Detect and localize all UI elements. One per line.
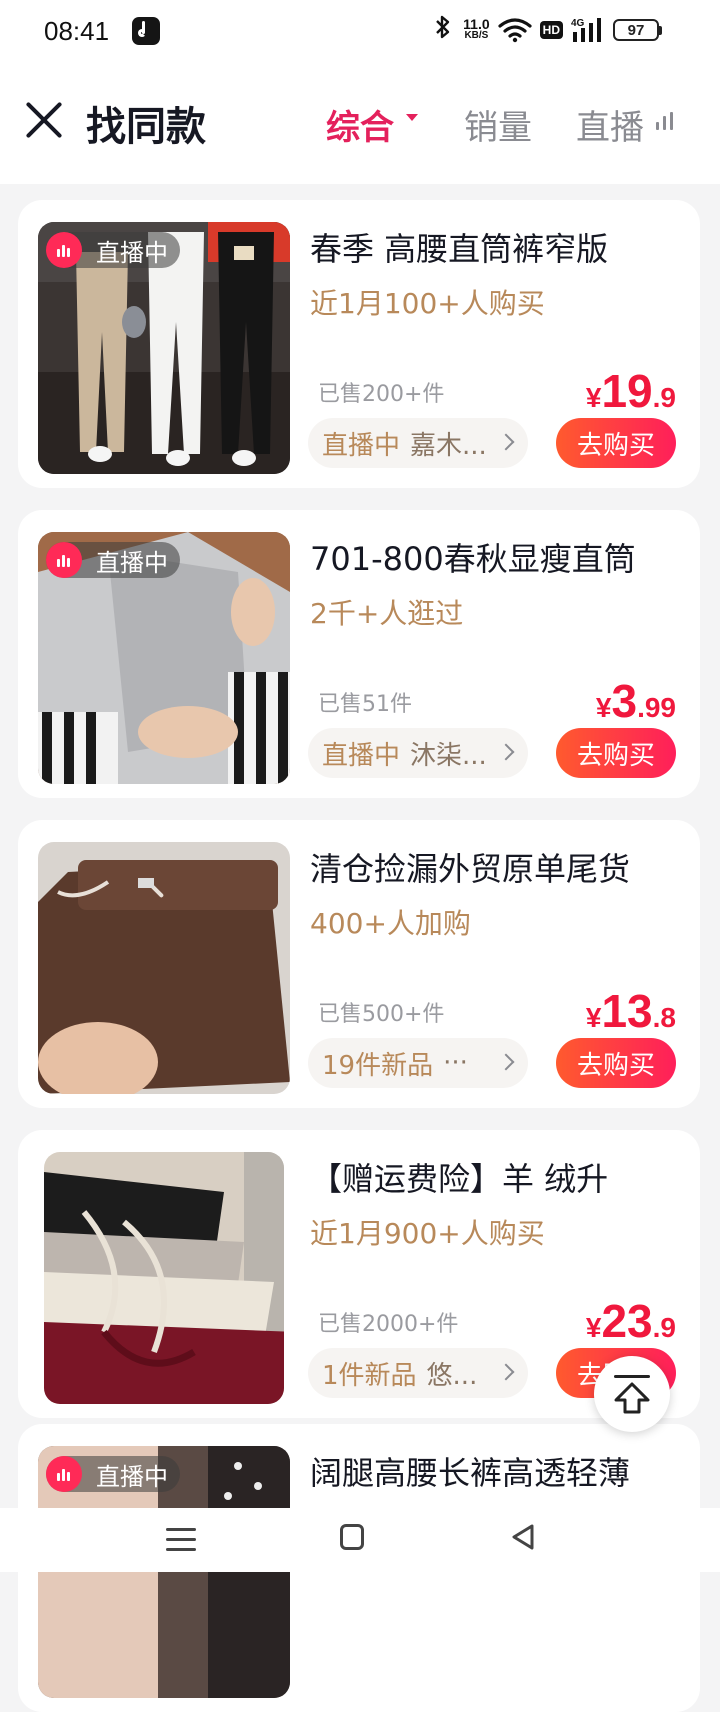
shop-chip[interactable]: 1件新品 悠...	[308, 1348, 528, 1398]
product-sold-count: 已售200+件	[318, 382, 445, 407]
shop-chip-tag: 19件新品	[322, 1050, 434, 1081]
back-to-top-icon[interactable]	[594, 1356, 670, 1432]
chevron-right-icon	[497, 1053, 515, 1071]
live-icon	[46, 542, 82, 578]
live-badge: 直播中	[46, 232, 180, 268]
home-icon[interactable]	[340, 1524, 364, 1550]
status-bar: 08:41 11.0 KB/S HD 4G 97	[0, 0, 720, 66]
live-badge: 直播中	[46, 542, 180, 578]
product-title[interactable]: 阔腿高腰长裤高透轻薄	[310, 1448, 630, 1494]
product-title[interactable]: 春季 高腰直筒裤窄版	[310, 224, 608, 270]
product-sold-count: 已售2000+件	[318, 1312, 459, 1337]
shop-chip[interactable]: 19件新品 ···	[308, 1038, 528, 1088]
sort-dropdown-arrow-icon[interactable]	[406, 114, 418, 121]
buy-button[interactable]: 去购买	[556, 728, 676, 778]
product-title[interactable]: 【赠运费险】羊 绒升	[310, 1154, 608, 1200]
hd-badge: HD	[539, 21, 563, 39]
product-price: ¥23.9	[585, 1295, 676, 1347]
shop-chip-tag: 直播中	[322, 430, 401, 461]
buy-button[interactable]: 去购买	[556, 418, 676, 468]
bluetooth-icon	[431, 14, 455, 46]
wifi-icon	[498, 17, 532, 43]
battery-level: 97	[613, 19, 659, 41]
buy-button[interactable]: 去购买	[556, 1038, 676, 1088]
douyin-app-icon	[132, 17, 160, 45]
product-image[interactable]	[38, 842, 290, 1094]
tab-comprehensive[interactable]: 综合	[326, 100, 394, 149]
live-badge-label: 直播中	[96, 1462, 168, 1491]
signal-icon: 4G	[571, 16, 605, 44]
network-speed-unit: KB/S	[464, 30, 489, 41]
shop-chip[interactable]: 直播中 沐柒...	[308, 728, 528, 778]
tab-sales[interactable]: 销量	[464, 100, 532, 149]
product-card[interactable]: 直播中 701-800春秋显瘦直筒 2千+人逛过 已售51件 ¥3.99 直播中…	[18, 510, 700, 798]
chevron-right-icon	[497, 433, 515, 451]
product-image[interactable]	[44, 1152, 284, 1404]
product-title[interactable]: 清仓捡漏外贸原单尾货	[310, 844, 630, 890]
network-type-label: 4G	[571, 18, 585, 29]
chevron-right-icon	[497, 1363, 515, 1381]
product-sold-count: 已售500+件	[318, 1002, 445, 1027]
shop-chip[interactable]: 直播中 嘉木...	[308, 418, 528, 468]
live-badge-label: 直播中	[96, 548, 168, 577]
battery-icon: 97	[613, 19, 662, 41]
status-icons: 11.0 KB/S HD 4G 97	[431, 14, 662, 46]
product-image[interactable]: 直播中	[38, 1446, 290, 1698]
system-nav-bar	[0, 1508, 720, 1572]
shop-chip-name: ···	[443, 1048, 468, 1078]
product-card[interactable]: 清仓捡漏外贸原单尾货 400+人加购 已售500+件 ¥13.8 19件新品 ·…	[18, 820, 700, 1108]
product-image[interactable]: 直播中	[38, 222, 290, 474]
shop-chip-tag: 直播中	[322, 740, 401, 771]
close-icon[interactable]	[22, 98, 66, 142]
network-speed-value: 11.0	[463, 16, 490, 32]
live-icon	[46, 232, 82, 268]
product-price: ¥13.8	[585, 985, 676, 1037]
menu-icon[interactable]	[166, 1524, 196, 1552]
back-icon[interactable]	[508, 1522, 538, 1552]
network-speed: 11.0 KB/S	[463, 16, 490, 42]
product-image[interactable]: 直播中	[38, 532, 290, 784]
tab-live[interactable]: 直播	[576, 100, 644, 149]
page-title: 找同款	[86, 104, 206, 150]
product-social-proof: 近1月100+人购买	[310, 287, 545, 320]
live-icon	[46, 1456, 82, 1492]
product-social-proof: 2千+人逛过	[310, 597, 464, 630]
page-header: 找同款 综合 销量 直播	[0, 66, 720, 184]
product-social-proof: 近1月900+人购买	[310, 1217, 545, 1250]
shop-chip-name: 沐柒...	[410, 740, 487, 771]
live-indicator-icon	[656, 112, 678, 130]
live-badge-label: 直播中	[96, 238, 168, 267]
live-badge: 直播中	[46, 1456, 180, 1492]
shop-chip-tag: 1件新品	[322, 1360, 417, 1391]
product-price: ¥19.9	[585, 365, 676, 417]
product-price: ¥3.99	[595, 675, 676, 727]
chevron-right-icon	[497, 743, 515, 761]
product-title[interactable]: 701-800春秋显瘦直筒	[310, 534, 636, 580]
product-sold-count: 已售51件	[318, 692, 412, 717]
shop-chip-name: 嘉木...	[410, 430, 487, 461]
status-time: 08:41	[44, 16, 110, 46]
shop-chip-name: 悠...	[426, 1360, 478, 1391]
product-card[interactable]: 直播中 春季 高腰直筒裤窄版 近1月100+人购买 已售200+件 ¥19.9 …	[18, 200, 700, 488]
product-social-proof: 400+人加购	[310, 907, 471, 940]
